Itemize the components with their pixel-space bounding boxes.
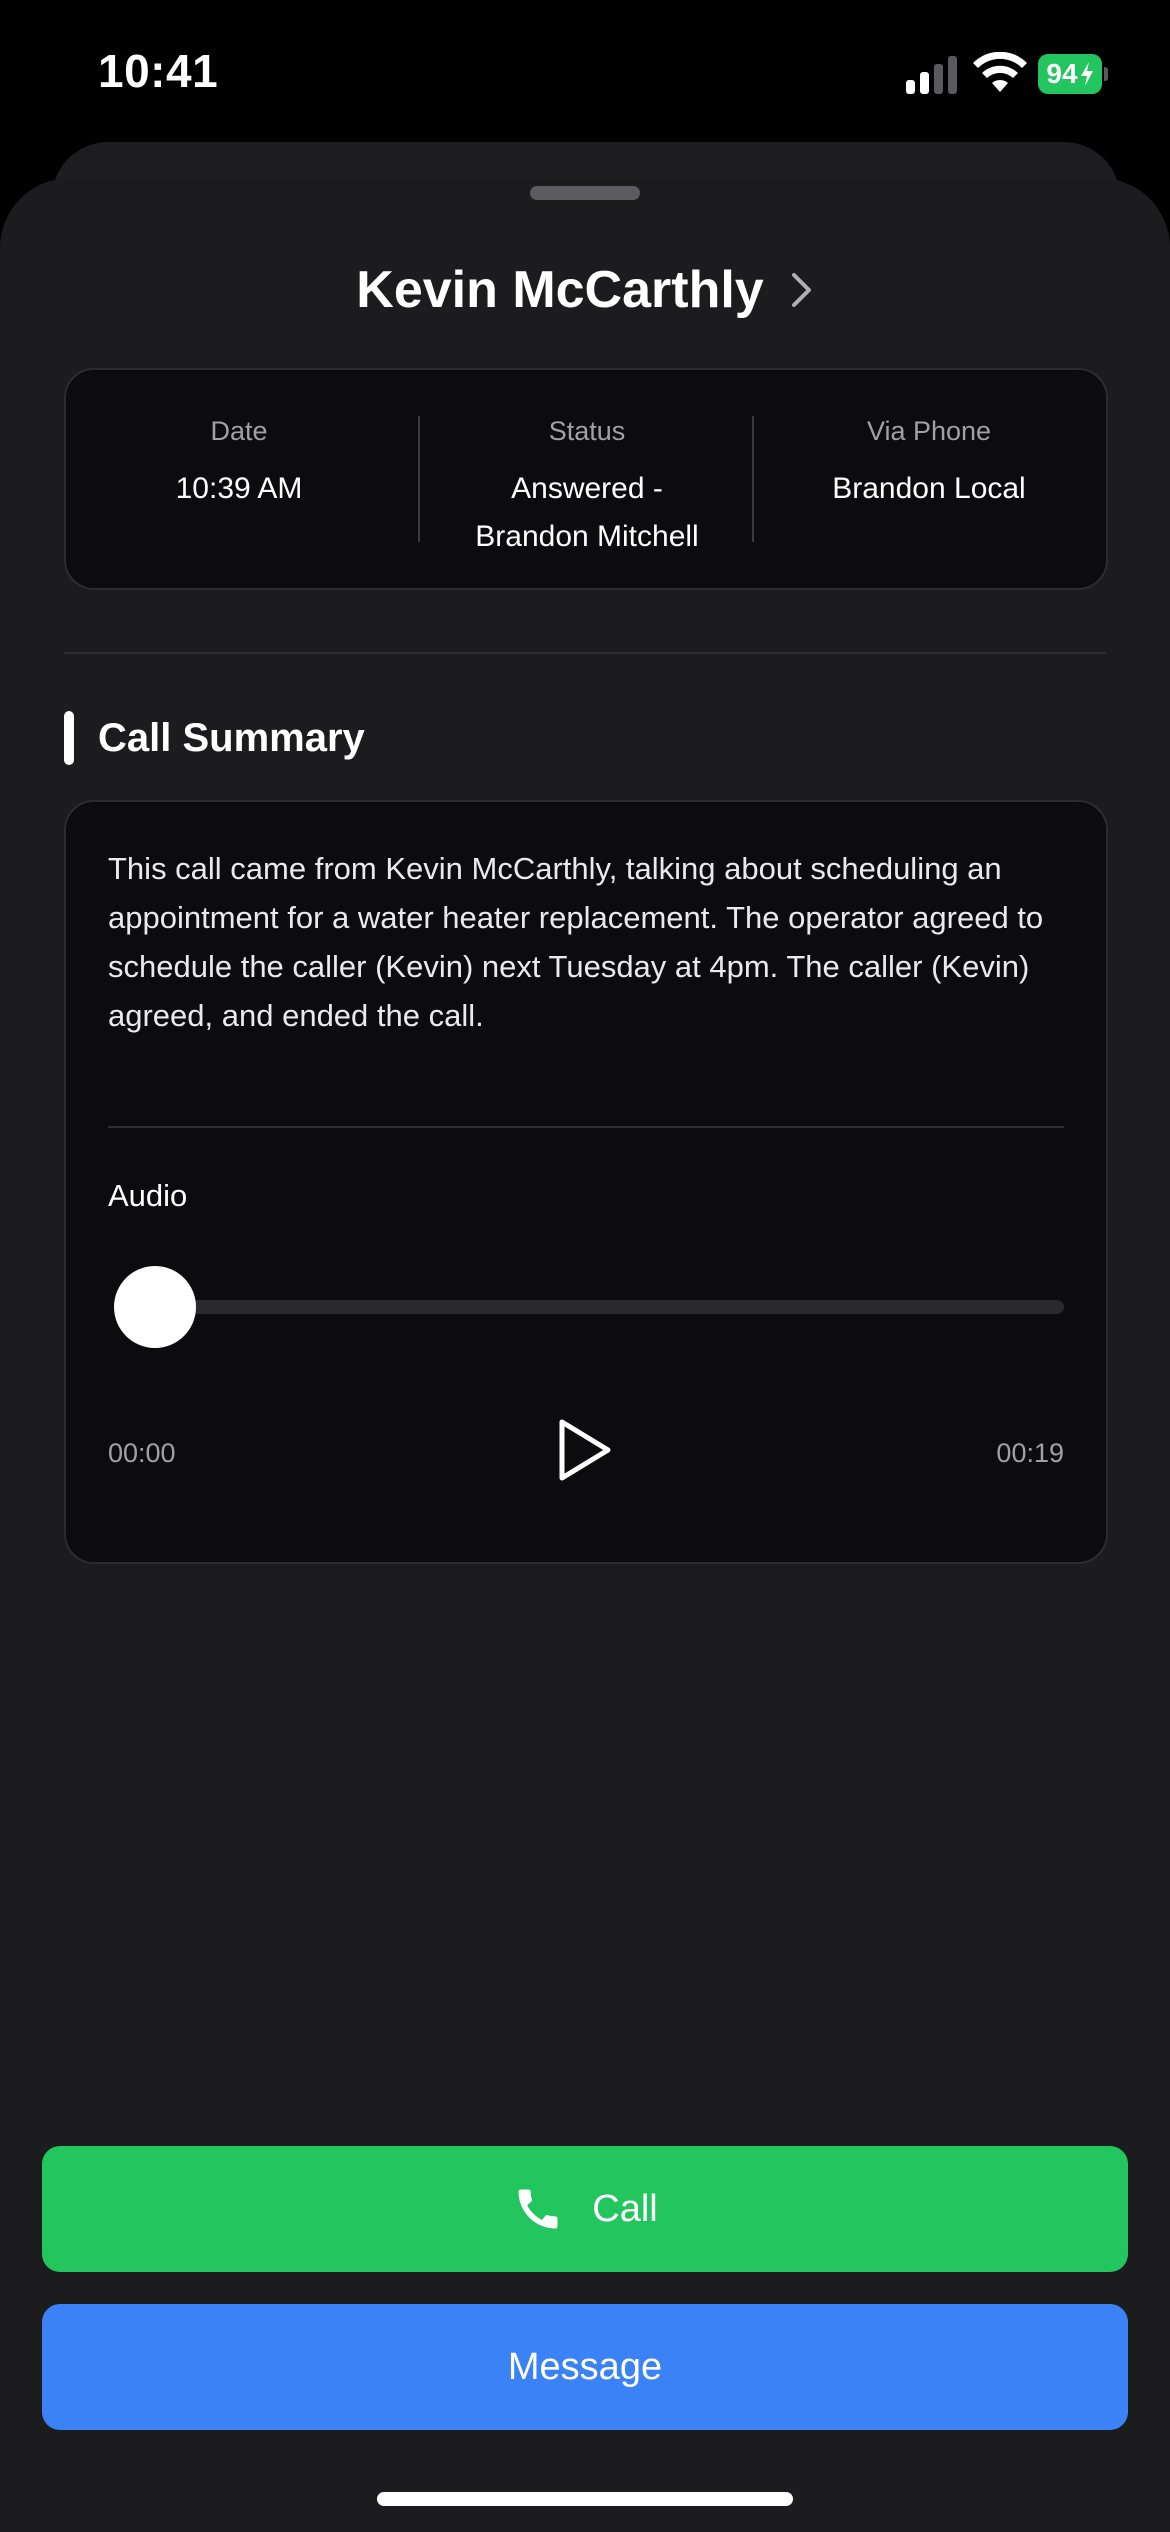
call-summary-header: Call Summary [64,710,365,766]
date-label: Date [210,416,268,446]
column-divider [418,416,420,542]
status-bar: 10:41 94 [0,0,1170,150]
audio-current-time: 00:00 [108,1438,176,1468]
via-phone-label: Via Phone [866,416,992,446]
section-divider [64,652,1106,654]
call-summary-title: Call Summary [98,715,365,760]
battery-level: 94 [1046,58,1078,89]
audio-label: Audio [108,1178,188,1213]
home-indicator[interactable] [377,2492,793,2506]
date-value: 10:39 AM [175,472,303,505]
contact-name[interactable]: Kevin McCarthly [356,260,763,320]
call-button-label: Call [592,2187,658,2230]
wifi-icon [973,52,1027,92]
phone-icon [518,2189,558,2229]
status-label: Status [548,416,626,446]
cellular-signal-icon [906,56,958,94]
chevron-right-icon[interactable] [790,271,814,309]
audio-duration: 00:19 [996,1438,1064,1468]
date-column: Date 10:39 AM [106,416,372,513]
battery-charging-icon: 94 [1038,54,1108,94]
via-phone-value: Brandon Local [832,472,1026,505]
via-phone-column: Via Phone Brandon Local [754,416,1104,513]
summary-text: This call came from Kevin McCarthly, tal… [108,851,1044,1033]
sheet-grabber[interactable] [530,186,640,200]
audio-progress-slider[interactable] [122,1300,1064,1314]
contact-header[interactable]: Kevin McCarthly [0,255,1170,325]
call-info-card: Date 10:39 AM Status Answered - Brandon … [64,368,1108,590]
section-accent-bar [64,711,74,765]
status-value: Answered - Brandon Mitchell [475,472,699,553]
message-button[interactable]: Message [42,2304,1128,2430]
play-icon[interactable] [554,1416,614,1484]
bolt-icon [1080,62,1093,86]
status-time: 10:41 [98,45,219,97]
status-column: Status Answered - Brandon Mitchell [422,416,752,561]
audio-slider-thumb[interactable] [114,1266,196,1348]
message-button-label: Message [507,2345,663,2388]
call-summary-card: This call came from Kevin McCarthly, tal… [64,800,1108,1564]
call-button[interactable]: Call [42,2146,1128,2272]
card-divider [108,1126,1064,1128]
